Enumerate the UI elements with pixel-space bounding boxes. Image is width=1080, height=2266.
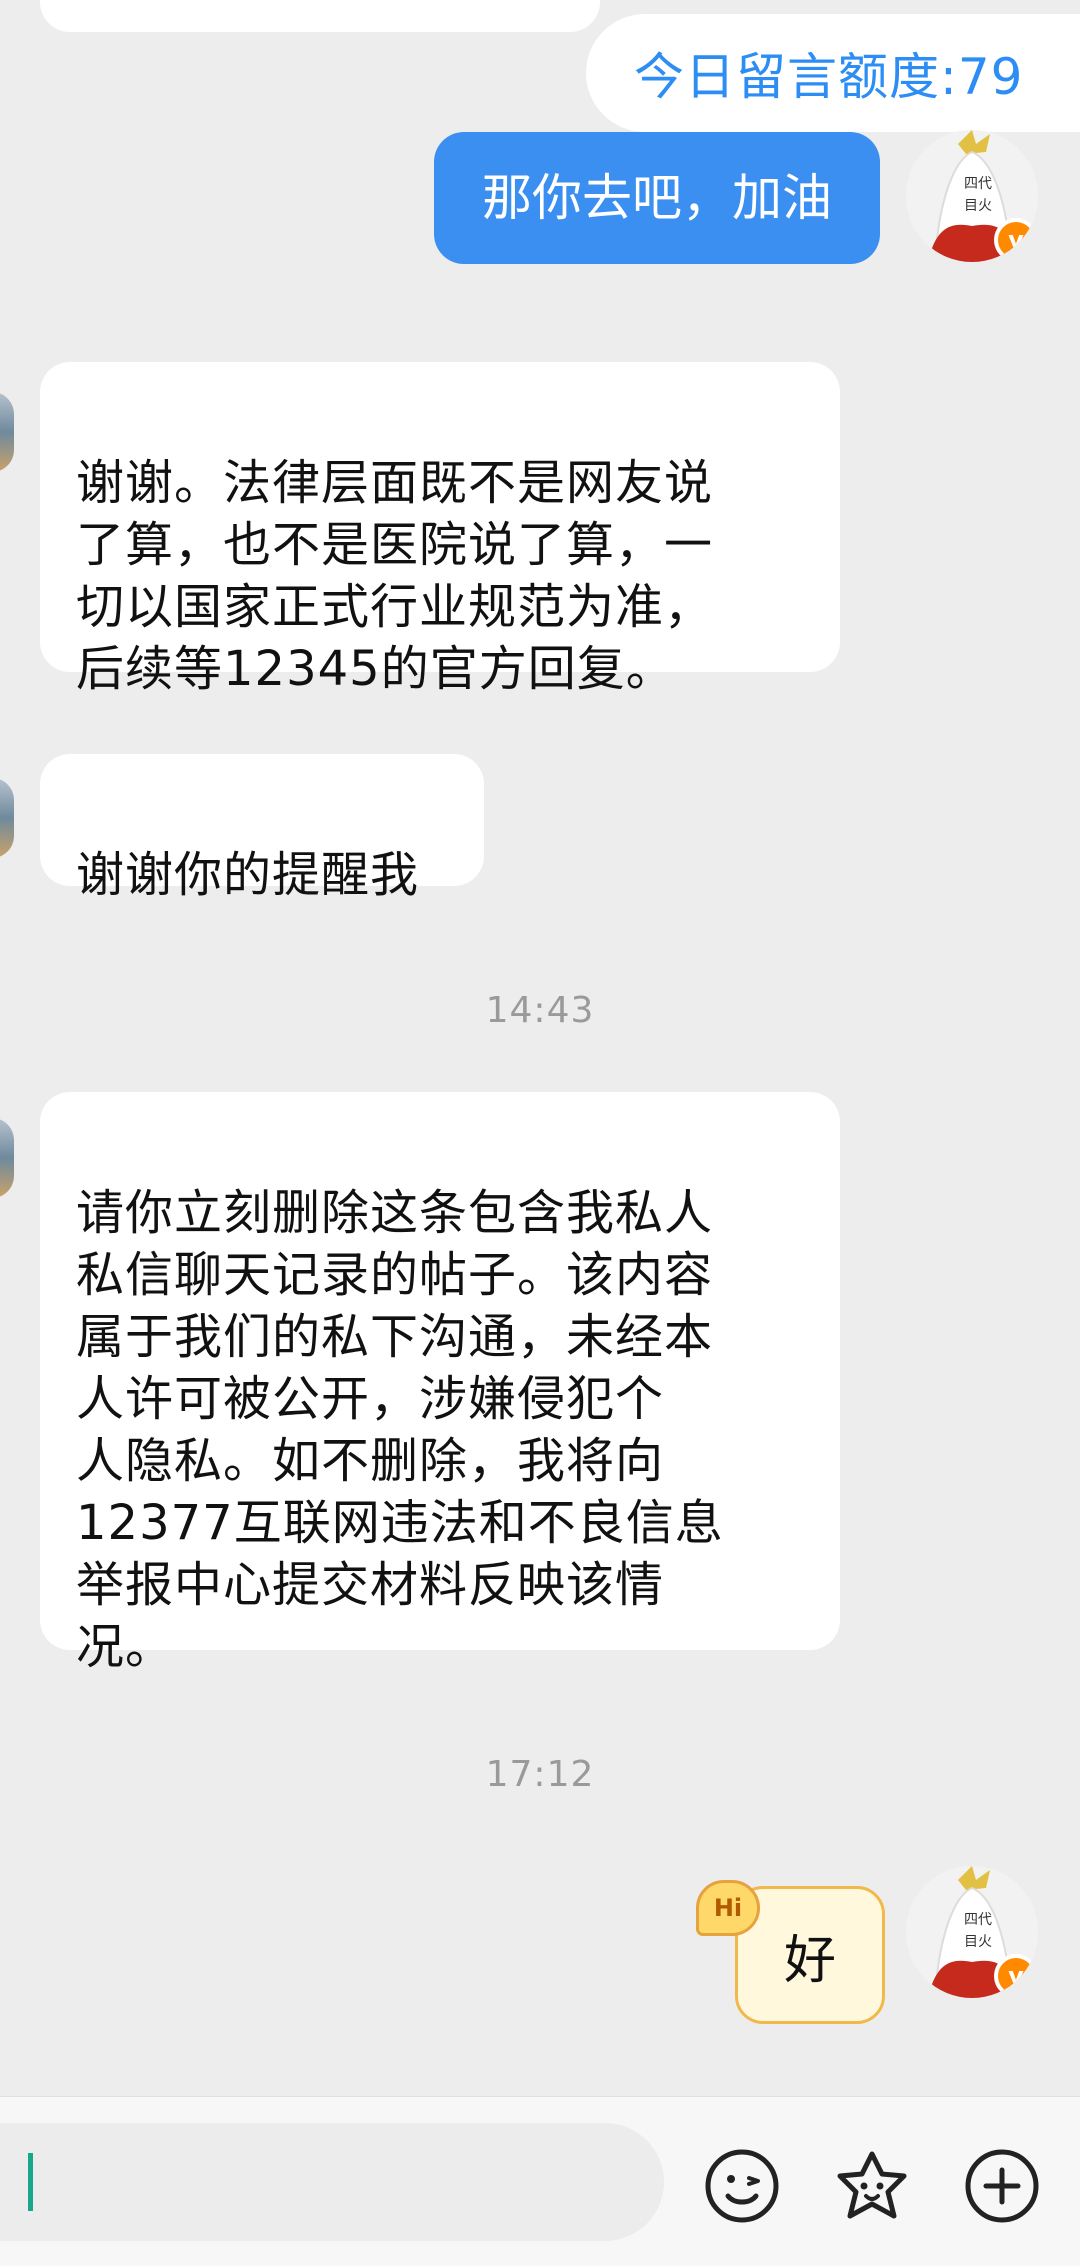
message-input[interactable] [0, 2123, 664, 2241]
message-text: 谢谢你的提醒我 [76, 847, 420, 903]
sent-message-bubble[interactable]: 那你去吧，加油 [434, 132, 880, 264]
message-text: 好 [783, 1930, 836, 1991]
partial-message-bubble [40, 0, 600, 32]
received-message-bubble[interactable]: 谢谢。法律层面既不是网友说 了算，也不是医院说了算，一 切以国家正式行业规范为准… [40, 362, 840, 697]
daily-quota-banner: 今日留言额度:79 [586, 14, 1080, 132]
sticker-icon[interactable] [832, 2146, 912, 2226]
emoji-icon[interactable] [702, 2146, 782, 2226]
svg-text:目火: 目火 [964, 1934, 992, 1950]
my-avatar[interactable]: 四代 目火 v [906, 1866, 1038, 1998]
chat-screen: 今日留言额度:79 那你去吧，加油 四代 目火 v 谢谢。法律层面既不是网友说 … [0, 0, 1080, 2266]
received-message-bubble[interactable]: 请你立刻删除这条包含我私人 私信聊天记录的帖子。该内容 属于我们的私下沟通，未经… [40, 1092, 840, 1675]
my-avatar[interactable]: 四代 目火 v [906, 130, 1038, 262]
message-composer [0, 2096, 1080, 2266]
chat-timestamp: 14:43 [485, 990, 595, 1031]
svg-text:四代: 四代 [964, 176, 992, 192]
text-caret [28, 2153, 33, 2211]
hi-sticker-tag: Hi [696, 1880, 760, 1936]
verified-badge: v [994, 1954, 1038, 1998]
contact-avatar-edge[interactable] [0, 392, 14, 472]
contact-avatar-edge[interactable] [0, 1118, 14, 1198]
message-text: 那你去吧，加油 [482, 169, 832, 227]
verified-badge: v [994, 218, 1038, 262]
svg-text:目火: 目火 [964, 198, 992, 214]
message-text: 谢谢。法律层面既不是网友说 了算，也不是医院说了算，一 切以国家正式行业规范为准… [76, 455, 714, 697]
received-message-bubble[interactable]: 谢谢你的提醒我 [40, 754, 484, 903]
daily-quota-label: 今日留言额度:79 [634, 48, 1024, 106]
chat-timestamp: 17:12 [485, 1754, 595, 1795]
plus-icon[interactable] [962, 2146, 1042, 2226]
svg-text:四代: 四代 [964, 1912, 992, 1928]
message-text: 请你立刻删除这条包含我私人 私信聊天记录的帖子。该内容 属于我们的私下沟通，未经… [76, 1185, 724, 1675]
contact-avatar-edge[interactable] [0, 778, 14, 858]
